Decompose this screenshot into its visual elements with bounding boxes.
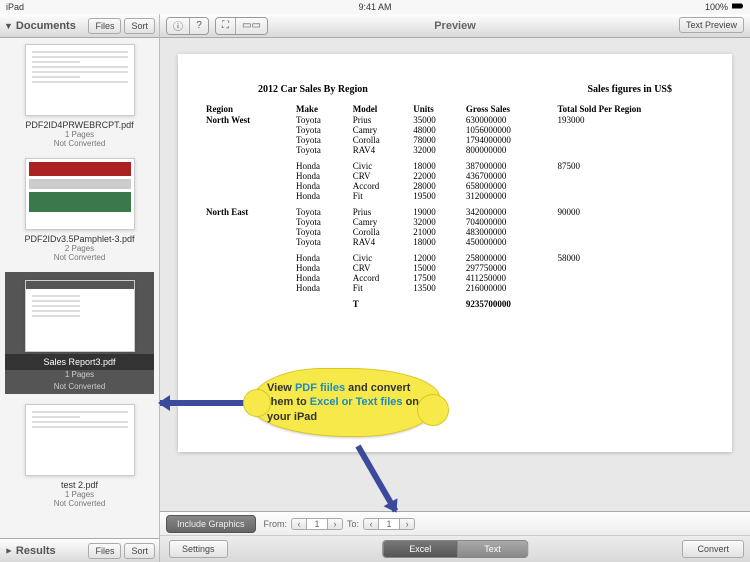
help-icon: ? — [196, 20, 202, 31]
table-row: North WestToyotaPrius3500063000000019300… — [202, 115, 712, 125]
table-row: HondaCivic1200025800000058000 — [202, 253, 712, 263]
to-label: To: — [347, 519, 359, 529]
column-header: Gross Sales — [462, 103, 554, 115]
chevron-down-icon: ▼ — [4, 21, 13, 31]
battery-icon — [732, 0, 744, 14]
page-count: 1 Pages — [5, 370, 154, 382]
column-header: Model — [349, 103, 409, 115]
data-table: RegionMakeModelUnitsGross SalesTotal Sol… — [202, 103, 712, 309]
book-icon: ▭▭ — [242, 20, 261, 31]
annotation-callout: View PDF fiiles and convert them to Exce… — [250, 368, 440, 437]
documents-toggle[interactable]: ▼ Documents — [4, 20, 85, 32]
include-graphics-toggle[interactable]: Include Graphics — [166, 515, 256, 533]
status-label: Not Converted — [5, 382, 154, 394]
column-header: Units — [409, 103, 462, 115]
total-label: T — [349, 299, 409, 309]
carrier-label: iPad — [6, 2, 24, 12]
table-row: HondaAccord28000658000000 — [202, 181, 712, 191]
sidebar-header: ▼ Documents Files Sort — [0, 14, 159, 38]
sidebar-footer: ▼ Results Files Sort — [0, 538, 159, 562]
info-segment: ⓘ ? — [166, 17, 209, 35]
files-button[interactable]: Files — [88, 18, 121, 34]
from-value: 1 — [306, 519, 328, 529]
fit-icon: ⛶ — [222, 20, 229, 31]
table-row: HondaCRV22000436700000 — [202, 171, 712, 181]
list-item[interactable]: test 2.pdf 1 Pages Not Converted — [0, 404, 159, 508]
table-row: ToyotaRAV418000450000000 — [202, 237, 712, 247]
sort-button[interactable]: Sort — [124, 543, 155, 559]
text-preview-button[interactable]: Text Preview — [679, 17, 744, 33]
top-toolbar: ⓘ ? ⛶ ▭▭ Preview Text Preview — [160, 14, 750, 38]
excel-option[interactable]: Excel — [383, 541, 458, 557]
table-row: ToyotaCamry32000704000000 — [202, 217, 712, 227]
settings-button[interactable]: Settings — [169, 540, 228, 558]
info-button[interactable]: ⓘ — [167, 18, 190, 34]
document-list: PDF2ID4PRWEBRCPT.pdf 1 Pages Not Convert… — [0, 38, 159, 538]
doc-title: 2012 Car Sales By Region — [258, 84, 368, 95]
doc-subtitle: Sales figures in US$ — [587, 84, 672, 95]
page-count: 1 Pages — [0, 130, 159, 139]
files-button[interactable]: Files — [88, 543, 121, 559]
battery-label: 100% — [705, 2, 728, 12]
sidebar: ▼ Documents Files Sort PDF2ID4PRWEBRCPT.… — [0, 14, 160, 562]
table-row: HondaFit19500312000000 — [202, 191, 712, 201]
text-option[interactable]: Text — [458, 541, 527, 557]
status-bar: iPad 9:41 AM 100% — [0, 0, 750, 14]
table-row: ToyotaCamry480001056000000 — [202, 125, 712, 135]
content-area: ⓘ ? ⛶ ▭▭ Preview Text Preview 2012 Car S… — [160, 14, 750, 562]
chevron-right-icon: ▼ — [3, 546, 13, 555]
list-item[interactable]: PDF2IDv3.5Pamphlet-3.pdf 2 Pages Not Con… — [0, 158, 159, 262]
page-count: 1 Pages — [0, 490, 159, 499]
help-button[interactable]: ? — [190, 18, 208, 34]
list-item-selected[interactable]: Sales Report3.pdf 1 Pages Not Converted — [0, 272, 159, 394]
preview-title: Preview — [434, 20, 476, 32]
table-row: HondaCivic1800038700000087500 — [202, 161, 712, 171]
table-row: HondaFit13500216000000 — [202, 283, 712, 293]
column-header: Total Sold Per Region — [553, 103, 712, 115]
bottom-toolbar: Include Graphics From: ‹ 1 › To: ‹ 1 › S… — [160, 511, 750, 562]
callout-cloud: View PDF fiiles and convert them to Exce… — [250, 368, 440, 437]
to-stepper[interactable]: ‹ 1 › — [363, 518, 415, 530]
status-label: Not Converted — [0, 253, 159, 262]
file-name: PDF2IDv3.5Pamphlet-3.pdf — [0, 234, 159, 244]
fit-page-button[interactable]: ⛶ — [216, 18, 236, 34]
file-name: PDF2ID4PRWEBRCPT.pdf — [0, 120, 159, 130]
table-row: North EastToyotaPrius1900034200000090000 — [202, 207, 712, 217]
table-row: HondaCRV15000297750000 — [202, 263, 712, 273]
from-label: From: — [264, 519, 288, 529]
file-name: Sales Report3.pdf — [5, 354, 154, 370]
column-header: Make — [292, 103, 349, 115]
sort-button[interactable]: Sort — [124, 18, 155, 34]
column-header: Region — [202, 103, 292, 115]
table-row: ToyotaCorolla780001794000000 — [202, 135, 712, 145]
status-label: Not Converted — [0, 499, 159, 508]
facing-pages-button[interactable]: ▭▭ — [236, 18, 267, 34]
table-row: ToyotaRAV432000800000000 — [202, 145, 712, 155]
file-name: test 2.pdf — [0, 480, 159, 490]
format-segment: Excel Text — [382, 540, 528, 558]
results-toggle[interactable]: ▼ Results — [4, 545, 85, 557]
plus-icon[interactable]: › — [400, 519, 414, 529]
page-count: 2 Pages — [0, 244, 159, 253]
grand-total: 9235700000 — [462, 299, 554, 309]
table-row: ToyotaCorolla21000483000000 — [202, 227, 712, 237]
from-stepper[interactable]: ‹ 1 › — [291, 518, 343, 530]
preview-area[interactable]: 2012 Car Sales By Region Sales figures i… — [160, 38, 750, 511]
minus-icon[interactable]: ‹ — [364, 519, 378, 529]
clock-label: 9:41 AM — [358, 2, 391, 12]
list-item[interactable]: PDF2ID4PRWEBRCPT.pdf 1 Pages Not Convert… — [0, 44, 159, 148]
view-segment: ⛶ ▭▭ — [215, 17, 268, 35]
minus-icon[interactable]: ‹ — [292, 519, 306, 529]
status-label: Not Converted — [0, 139, 159, 148]
annotation-arrow — [160, 400, 246, 406]
convert-button[interactable]: Convert — [682, 540, 744, 558]
info-icon: ⓘ — [173, 18, 183, 33]
plus-icon[interactable]: › — [328, 519, 342, 529]
table-row: HondaAccord17500411250000 — [202, 273, 712, 283]
